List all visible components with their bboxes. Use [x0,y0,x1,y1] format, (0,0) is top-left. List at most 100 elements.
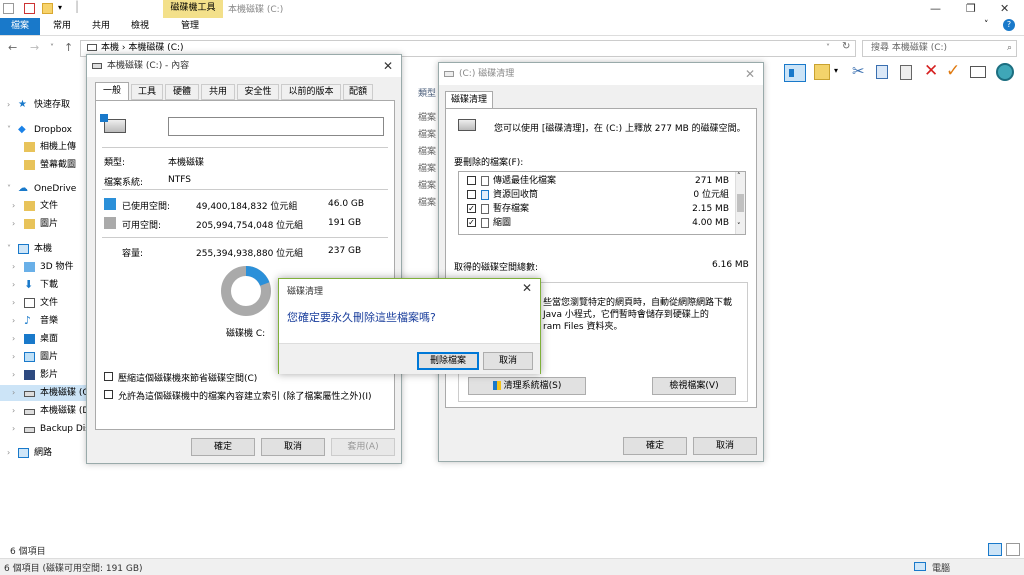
cancel-button[interactable]: 取消 [261,438,325,456]
scroll-thumb[interactable] [737,194,744,212]
minimize-button[interactable]: — [930,2,941,15]
file-checkbox[interactable] [467,176,476,185]
up-arrow-icon[interactable]: ↑ [64,41,73,54]
view-files-button[interactable]: 檢視檔案(V) [652,377,736,395]
search-input[interactable]: 搜尋 本機磁碟 (C:) ⌕ [862,40,1017,57]
sidebar-item-screenshots[interactable]: 螢幕截圖 [0,157,90,173]
list-item[interactable]: 檔案 [418,144,436,157]
properties-dialog: 本機磁碟 (C:) - 內容 ✕ 一般 工具 硬體 共用 安全性 以前的版本 配… [86,54,402,464]
cut-icon[interactable]: ✂ [852,62,865,80]
ok-button[interactable]: 確定 [191,438,255,456]
drive-name-input[interactable] [168,117,384,136]
save-icon[interactable] [3,3,14,14]
sidebar-item-drive-c[interactable]: › 本機磁碟 (C [0,385,90,401]
sidebar-item-desktop[interactable]: › 桌面 [0,331,90,347]
sidebar-item-backup-disk[interactable]: › Backup Dis [0,421,90,437]
files-scrollbar[interactable]: ˄ ˅ [735,172,745,234]
tab-view[interactable]: 檢視 [123,18,157,35]
sidebar-item-music[interactable]: › ♪ 音樂 [0,313,90,329]
close-icon[interactable]: ✕ [745,67,755,81]
rename-icon[interactable] [970,66,986,78]
sidebar-item-pictures[interactable]: › 圖片 [0,349,90,365]
help-icon[interactable]: ? [1003,19,1015,31]
chevron-up-icon[interactable]: ˄ [737,172,741,180]
collapse-ribbon-icon[interactable]: ˅ [984,20,989,30]
chevron-down-icon[interactable]: ▾ [58,3,62,12]
sidebar-item-onedrive-documents[interactable]: › 文件 [0,198,90,214]
forward-arrow-icon[interactable]: → [30,41,39,54]
tab-previous-versions[interactable]: 以前的版本 [281,84,341,100]
compress-checkbox[interactable] [104,372,113,381]
list-item[interactable]: 檔案 [418,195,436,208]
type-value: 本機磁碟 [168,158,205,168]
files-list: 傳遞最佳化檔案 271 MB 資源回收筒 0 位元組 ✓ 暫存檔案 2.15 M… [458,171,746,235]
tab-tools[interactable]: 工具 [131,84,163,100]
index-checkbox[interactable] [104,390,113,399]
note-icon[interactable] [814,64,830,80]
details-view-icon[interactable] [988,543,1002,556]
file-checkbox[interactable] [467,190,476,199]
back-arrow-icon[interactable]: ← [8,41,17,54]
list-item[interactable]: 檔案 [418,178,436,191]
tab-general[interactable]: 一般 [95,82,129,100]
tab-file[interactable]: 檔案 [0,18,40,35]
refresh-icon[interactable]: ↻ [842,41,850,52]
apply-button[interactable]: 套用(A) [331,438,395,456]
tab-quota[interactable]: 配額 [343,84,373,100]
list-item[interactable]: 檔案 [418,110,436,123]
chevron-down-icon[interactable]: ▾ [834,66,838,75]
sidebar-item-onedrive-pictures[interactable]: › 圖片 [0,216,90,232]
sidebar-item-downloads[interactable]: › ⬇ 下載 [0,277,90,293]
paste-icon[interactable] [900,65,912,80]
check-icon[interactable]: ✓ [946,61,960,81]
file-checkbox[interactable]: ✓ [467,218,476,227]
tab-hardware[interactable]: 硬體 [165,84,199,100]
sidebar-item-drive-d[interactable]: › 本機磁碟 (D [0,403,90,419]
large-icons-view-icon[interactable] [1006,543,1020,556]
recent-locations-icon[interactable]: ˅ [50,43,54,52]
tab-home[interactable]: 常用 [45,18,79,35]
sidebar-item-dropbox[interactable]: ˅ ◆ Dropbox [0,122,90,138]
list-item[interactable]: 檔案 [418,127,436,140]
disk-usage-donut [221,266,271,316]
file-checkbox[interactable]: ✓ [467,204,476,213]
list-item[interactable]: 資源回收筒 0 位元組 [461,188,731,202]
address-dropdown-icon[interactable]: ˅ [826,43,830,52]
copy-icon[interactable] [876,65,888,79]
column-header-type[interactable]: 類型 [418,86,436,99]
list-item[interactable]: ✓ 暫存檔案 2.15 MB [461,202,731,216]
maximize-button[interactable]: ❐ [966,2,976,15]
sidebar-item-videos[interactable]: › 影片 [0,367,90,383]
filesystem-value: NTFS [168,175,191,185]
globe-icon[interactable] [996,63,1014,81]
sidebar-item-quick-access[interactable]: › ★ 快速存取 [0,97,90,113]
sidebar-item-3d-objects[interactable]: › 3D 物件 [0,259,90,275]
sidebar-item-documents[interactable]: › 文件 [0,295,90,311]
tab-disk-cleanup[interactable]: 磁碟清理 [445,91,493,109]
close-button[interactable]: ✕ [1000,2,1009,15]
sidebar-item-this-pc[interactable]: ˅ 本機 [0,241,90,257]
layout-pane-icon[interactable] [784,64,806,82]
delete-icon[interactable]: ✕ [924,61,938,81]
list-item[interactable]: ✓ 縮圖 4.00 MB [461,216,731,230]
list-item[interactable]: 檔案 [418,161,436,174]
sidebar-item-onedrive[interactable]: ˅ ☁ OneDrive [0,181,90,197]
cancel-button[interactable]: 取消 [483,352,533,370]
tab-security[interactable]: 安全性 [237,84,279,100]
tab-sharing[interactable]: 共用 [201,84,235,100]
ok-button[interactable]: 確定 [623,437,687,455]
delete-files-button[interactable]: 刪除檔案 [417,352,479,370]
list-item[interactable]: 傳遞最佳化檔案 271 MB [461,174,731,188]
clean-system-files-button[interactable]: 清理系統檔(S) [468,377,586,395]
close-icon[interactable]: ✕ [522,281,532,295]
tab-share[interactable]: 共用 [84,18,118,35]
sidebar-item-network[interactable]: › 網路 [0,445,90,461]
computer-icon [18,244,29,254]
cancel-button[interactable]: 取消 [693,437,757,455]
new-folder-icon[interactable] [42,3,53,14]
tab-manage[interactable]: 管理 [170,18,210,35]
properties-icon[interactable] [24,3,35,14]
close-icon[interactable]: ✕ [383,59,393,73]
chevron-down-icon[interactable]: ˅ [737,222,741,230]
sidebar-item-camera-uploads[interactable]: 相機上傳 [0,139,90,155]
